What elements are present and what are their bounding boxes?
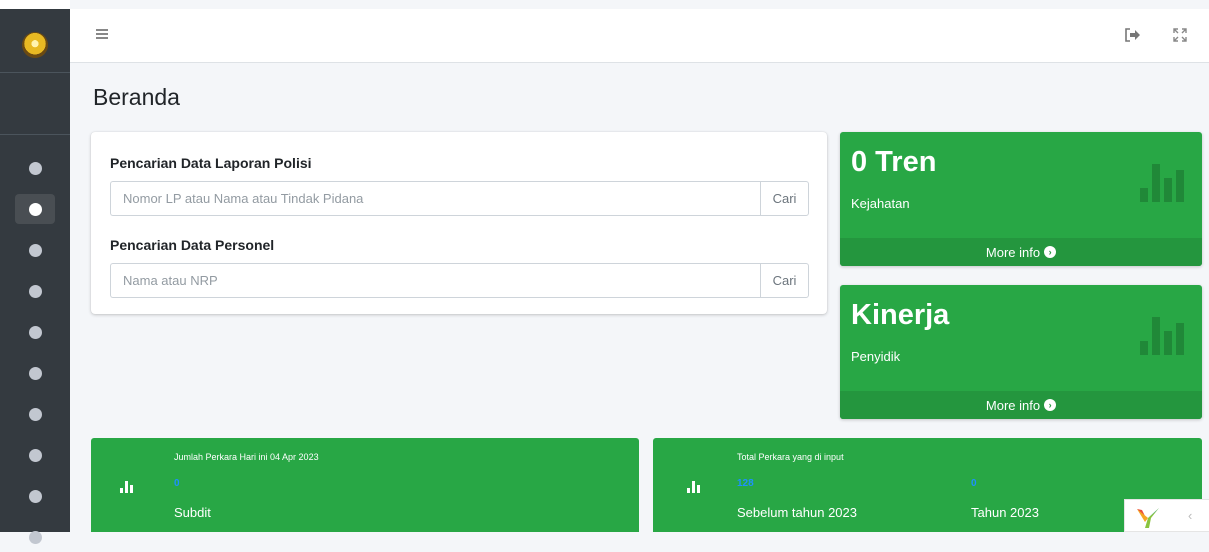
- page-title: Beranda: [93, 84, 180, 110]
- tren-subtitle: Kejahatan: [851, 196, 910, 211]
- sidebar: [0, 0, 70, 544]
- total-perkara-value-current[interactable]: 0: [971, 478, 977, 489]
- perkara-hari-ini-box: Jumlah Perkara Hari ini 04 Apr 2023 0 Su…: [91, 438, 639, 532]
- laporan-search-input[interactable]: [110, 181, 760, 216]
- bar-chart-icon: [1140, 317, 1184, 355]
- bar-chart-icon: [120, 481, 133, 493]
- sidebar-item-7[interactable]: [15, 399, 55, 429]
- tren-title: 0 Tren: [851, 146, 937, 178]
- police-emblem-icon: [22, 32, 48, 58]
- total-perkara-label-before: Sebelum tahun 2023: [737, 505, 857, 520]
- bar-chart-icon: [687, 481, 700, 493]
- personel-search-group: Cari: [110, 263, 809, 298]
- personel-search-input[interactable]: [110, 263, 760, 298]
- circle-icon: [28, 243, 42, 257]
- circle-icon: [28, 407, 42, 421]
- total-perkara-box: Total Perkara yang di input 128 Sebelum …: [653, 438, 1202, 532]
- total-perkara-caption: Total Perkara yang di input: [737, 452, 844, 462]
- perkara-hari-ini-caption: Jumlah Perkara Hari ini 04 Apr 2023: [174, 452, 319, 462]
- laporan-search-button[interactable]: Cari: [760, 181, 809, 216]
- kinerja-subtitle: Penyidik: [851, 349, 901, 364]
- yii-debug-toolbar[interactable]: ‹: [1124, 499, 1209, 532]
- total-perkara-label-current: Tahun 2023: [971, 505, 1039, 520]
- personel-search-label: Pencarian Data Personel: [110, 237, 275, 253]
- more-info-label: More info: [985, 244, 1041, 260]
- police-logo[interactable]: [0, 18, 70, 73]
- top-navbar: [70, 9, 1209, 63]
- yii-logo-icon: [1137, 508, 1159, 528]
- sidebar-item-9[interactable]: [15, 481, 55, 511]
- circle-icon: [28, 161, 42, 175]
- circle-icon: [28, 530, 42, 544]
- total-perkara-value-before[interactable]: 128: [737, 478, 754, 489]
- circle-icon: [28, 366, 42, 380]
- circle-icon: [28, 202, 42, 216]
- sign-out-icon[interactable]: [1124, 28, 1140, 42]
- sidebar-item-6[interactable]: [15, 358, 55, 388]
- laporan-search-group: Cari: [110, 181, 809, 216]
- sidebar-user-panel: [0, 73, 70, 135]
- tren-small-box: 0 Tren Kejahatan More info ›: [840, 132, 1202, 266]
- search-card: Pencarian Data Laporan Polisi Cari Penca…: [91, 132, 827, 314]
- arrow-circle-right-icon: ›: [1044, 246, 1057, 258]
- sidebar-item-5[interactable]: [15, 317, 55, 347]
- circle-icon: [28, 325, 42, 339]
- kinerja-title: Kinerja: [851, 299, 950, 331]
- laporan-search-label: Pencarian Data Laporan Polisi: [110, 155, 312, 171]
- circle-icon: [28, 284, 42, 298]
- circle-icon: [28, 448, 42, 462]
- personel-search-button[interactable]: Cari: [760, 263, 809, 298]
- tren-more-info-link[interactable]: More info ›: [840, 238, 1202, 266]
- sidebar-item-3[interactable]: [15, 235, 55, 265]
- more-info-label: More info: [985, 397, 1041, 413]
- sidebar-item-1[interactable]: [15, 153, 55, 183]
- perkara-hari-ini-label: Subdit: [174, 505, 211, 520]
- circle-icon: [28, 489, 42, 503]
- sidebar-item-2[interactable]: [15, 194, 55, 224]
- bar-chart-icon: [1140, 164, 1184, 202]
- sidebar-item-10[interactable]: [15, 522, 55, 552]
- arrow-circle-right-icon: ›: [1044, 399, 1057, 411]
- kinerja-more-info-link[interactable]: More info ›: [840, 391, 1202, 419]
- kinerja-small-box: Kinerja Penyidik More info ›: [840, 285, 1202, 419]
- hamburger-icon[interactable]: [96, 29, 108, 39]
- chevron-left-icon[interactable]: ‹: [1188, 508, 1192, 523]
- sidebar-item-4[interactable]: [15, 276, 55, 306]
- perkara-hari-ini-value[interactable]: 0: [174, 478, 180, 489]
- expand-icon[interactable]: [1173, 28, 1187, 42]
- sidebar-item-8[interactable]: [15, 440, 55, 470]
